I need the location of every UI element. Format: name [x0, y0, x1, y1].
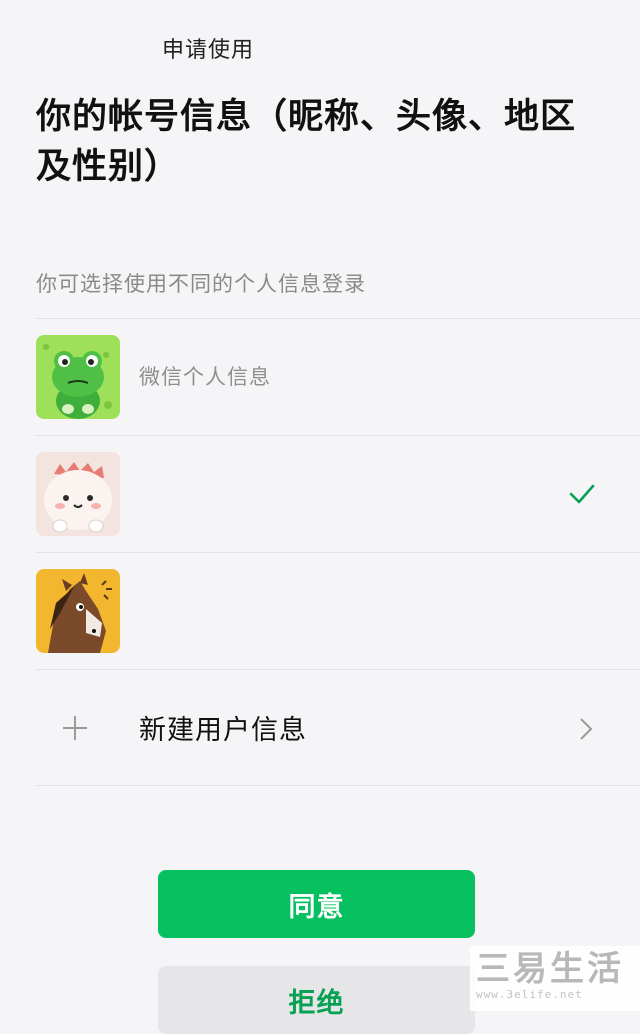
frog-avatar-icon [36, 335, 120, 419]
agree-button[interactable]: 同意 [158, 870, 475, 938]
horse-avatar-icon [36, 569, 120, 653]
add-profile-row[interactable]: 新建用户信息 [36, 670, 640, 784]
cute-creature-avatar-icon [36, 452, 120, 536]
app-name: 申请使用 [162, 38, 255, 63]
profile-option-wechat[interactable]: 微信个人信息 [36, 319, 640, 435]
watermark: 三易生活 www.3elife.net [470, 946, 640, 1011]
add-profile-label: 新建用户信息 [139, 715, 307, 746]
divider [36, 785, 640, 786]
page-title: 你的帐号信息（昵称、头像、地区及性别） [36, 97, 577, 187]
page-subtitle: 你可选择使用不同的个人信息登录 [36, 272, 366, 296]
profile-option-2[interactable] [36, 436, 640, 552]
watermark-text: 三易生活 [476, 949, 624, 989]
profile-option-3[interactable] [36, 553, 640, 669]
profile-label: 微信个人信息 [139, 365, 271, 389]
reject-button[interactable]: 拒绝 [158, 966, 475, 1034]
chevron-right-icon [580, 718, 593, 740]
plus-icon [63, 716, 87, 740]
check-icon [569, 484, 595, 504]
watermark-url: www.3elife.net [476, 988, 583, 1001]
